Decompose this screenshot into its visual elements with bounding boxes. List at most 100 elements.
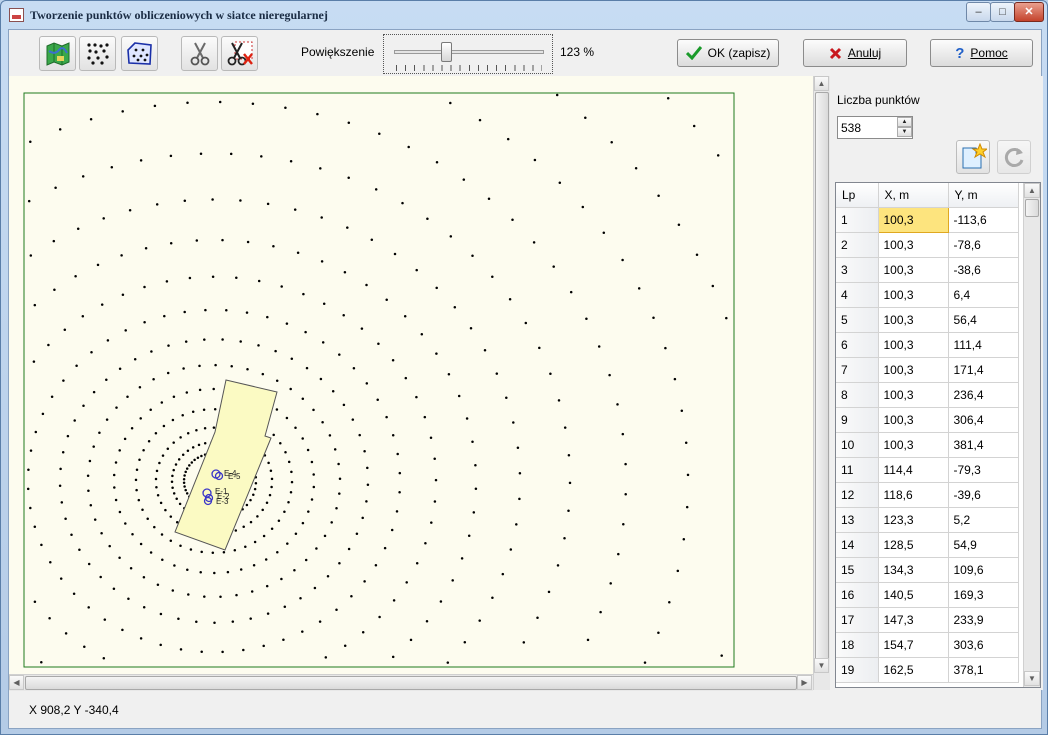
column-header-y[interactable]: Y, m <box>948 183 1019 208</box>
table-row[interactable]: 19 162,5 378,1 <box>836 657 1019 683</box>
map-horizontal-scrollbar[interactable]: ◀ ▶ <box>9 674 813 691</box>
cell-y[interactable]: 5,2 <box>948 507 1019 533</box>
cell-x[interactable]: 162,5 <box>878 657 949 683</box>
cell-x[interactable]: 100,3 <box>878 432 949 458</box>
cell-y[interactable]: 6,4 <box>948 282 1019 308</box>
table-row[interactable]: 9 100,3 306,4 <box>836 407 1019 433</box>
table-row[interactable]: 3 100,3 -38,6 <box>836 257 1019 283</box>
ok-save-button[interactable]: OK (zapisz) <box>677 39 779 67</box>
cell-x[interactable]: 140,5 <box>878 582 949 608</box>
table-row[interactable]: 12 118,6 -39,6 <box>836 482 1019 508</box>
cell-x[interactable]: 100,3 <box>877 206 949 233</box>
cell-lp[interactable]: 10 <box>836 432 879 458</box>
table-row[interactable]: 17 147,3 233,9 <box>836 607 1019 633</box>
map-vertical-scrollbar[interactable]: ▲ ▼ <box>813 76 830 690</box>
table-row[interactable]: 2 100,3 -78,6 <box>836 232 1019 258</box>
cell-x[interactable]: 134,3 <box>878 557 949 583</box>
cell-lp[interactable]: 1 <box>836 207 879 233</box>
cell-y[interactable]: -79,3 <box>948 457 1019 483</box>
cell-x[interactable]: 147,3 <box>878 607 949 633</box>
cell-lp[interactable]: 12 <box>836 482 879 508</box>
cell-y[interactable]: 236,4 <box>948 382 1019 408</box>
cell-y[interactable]: 233,9 <box>948 607 1019 633</box>
cut-button[interactable] <box>181 36 218 71</box>
table-row[interactable]: 10 100,3 381,4 <box>836 432 1019 458</box>
point-count-input[interactable] <box>838 117 896 138</box>
cell-x[interactable]: 100,3 <box>878 407 949 433</box>
map-drawing[interactable]: E-4 E-5 E-1 E-2 E-3 <box>9 76 817 690</box>
map-tool-button[interactable] <box>39 36 76 71</box>
scroll-thumb[interactable] <box>25 676 797 690</box>
cell-x[interactable]: 100,3 <box>878 232 949 258</box>
table-row[interactable]: 18 154,7 303,6 <box>836 632 1019 658</box>
cell-y[interactable]: 378,1 <box>948 657 1019 683</box>
table-row[interactable]: 4 100,3 6,4 <box>836 282 1019 308</box>
cell-y[interactable]: 56,4 <box>948 307 1019 333</box>
cell-x[interactable]: 114,4 <box>878 457 949 483</box>
title-bar[interactable]: Tworzenie punktów obliczeniowych w siatc… <box>1 1 1047 29</box>
cell-lp[interactable]: 8 <box>836 382 879 408</box>
cut-delete-button[interactable] <box>221 36 258 71</box>
points-table[interactable]: Lp X, m Y, m 1 100,3 -113,6 2 100,3 -78,6 3 100… <box>835 182 1041 688</box>
cell-lp[interactable]: 19 <box>836 657 879 683</box>
close-button[interactable]: ✕ <box>1014 2 1044 22</box>
cancel-button[interactable]: Anuluj <box>803 39 907 67</box>
polygon-grid-button[interactable] <box>121 36 158 71</box>
scroll-thumb[interactable] <box>815 92 829 672</box>
point-count-spinner[interactable]: ▲ ▼ <box>837 116 913 139</box>
scroll-up-icon[interactable]: ▲ <box>814 76 829 91</box>
cell-y[interactable]: -113,6 <box>948 207 1019 233</box>
minimize-button[interactable]: – <box>966 2 991 22</box>
cell-x[interactable]: 154,7 <box>878 632 949 658</box>
cell-y[interactable]: 169,3 <box>948 582 1019 608</box>
map-canvas[interactable]: E-4 E-5 E-1 E-2 E-3 <box>9 76 817 690</box>
cell-x[interactable]: 128,5 <box>878 532 949 558</box>
cell-lp[interactable]: 15 <box>836 557 879 583</box>
generate-points-button[interactable] <box>956 140 990 174</box>
column-header-x[interactable]: X, m <box>878 183 949 208</box>
table-row[interactable]: 14 128,5 54,9 <box>836 532 1019 558</box>
cell-lp[interactable]: 18 <box>836 632 879 658</box>
table-row[interactable]: 8 100,3 236,4 <box>836 382 1019 408</box>
spin-up-icon[interactable]: ▲ <box>897 117 912 127</box>
table-scrollbar[interactable]: ▲ ▼ <box>1023 183 1040 687</box>
cell-y[interactable]: 54,9 <box>948 532 1019 558</box>
scroll-right-icon[interactable]: ▶ <box>797 675 812 690</box>
cell-x[interactable]: 100,3 <box>878 332 949 358</box>
table-row[interactable]: 1 100,3 -113,6 <box>836 206 1019 233</box>
cell-y[interactable]: 306,4 <box>948 407 1019 433</box>
cell-lp[interactable]: 17 <box>836 607 879 633</box>
table-row[interactable]: 16 140,5 169,3 <box>836 582 1019 608</box>
cell-x[interactable]: 100,3 <box>878 282 949 308</box>
cell-lp[interactable]: 16 <box>836 582 879 608</box>
cell-y[interactable]: -78,6 <box>948 232 1019 258</box>
scroll-thumb[interactable] <box>1025 199 1039 217</box>
scroll-down-icon[interactable]: ▼ <box>1024 671 1040 686</box>
help-button[interactable]: ? Pomoc <box>930 39 1033 67</box>
cell-y[interactable]: -38,6 <box>948 257 1019 283</box>
cell-x[interactable]: 123,3 <box>878 507 949 533</box>
cell-x[interactable]: 100,3 <box>878 307 949 333</box>
cell-lp[interactable]: 4 <box>836 282 879 308</box>
table-row[interactable]: 6 100,3 111,4 <box>836 332 1019 358</box>
scroll-down-icon[interactable]: ▼ <box>814 658 829 673</box>
cell-x[interactable]: 100,3 <box>878 382 949 408</box>
cell-y[interactable]: 303,6 <box>948 632 1019 658</box>
zoom-slider[interactable] <box>383 34 553 74</box>
cell-lp[interactable]: 5 <box>836 307 879 333</box>
cell-x[interactable]: 100,3 <box>878 357 949 383</box>
column-header-lp[interactable]: Lp <box>836 183 879 208</box>
spin-down-icon[interactable]: ▼ <box>897 127 912 137</box>
cell-lp[interactable]: 3 <box>836 257 879 283</box>
cell-lp[interactable]: 6 <box>836 332 879 358</box>
table-row[interactable]: 11 114,4 -79,3 <box>836 457 1019 483</box>
refresh-button[interactable] <box>997 140 1031 174</box>
regular-grid-button[interactable] <box>79 36 116 71</box>
cell-y[interactable]: -39,6 <box>948 482 1019 508</box>
cell-lp[interactable]: 2 <box>836 232 879 258</box>
maximize-button[interactable]: □ <box>990 2 1015 22</box>
table-row[interactable]: 7 100,3 171,4 <box>836 357 1019 383</box>
cell-lp[interactable]: 9 <box>836 407 879 433</box>
cell-lp[interactable]: 14 <box>836 532 879 558</box>
cell-lp[interactable]: 13 <box>836 507 879 533</box>
